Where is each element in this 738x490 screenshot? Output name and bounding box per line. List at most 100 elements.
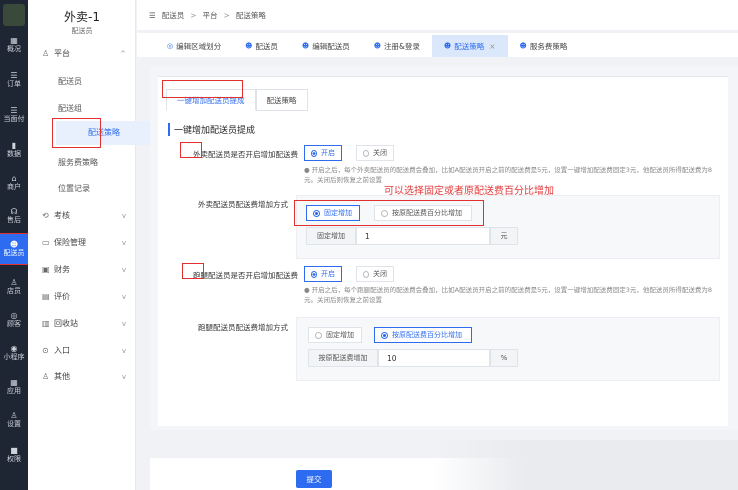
rail-item-apps[interactable]: ▦ 应用: [0, 372, 28, 402]
sidebar-group-entry[interactable]: ⊙ 入口 v: [42, 345, 132, 356]
errand-enable-on-radio[interactable]: 开启: [304, 266, 342, 282]
tab-courier[interactable]: ☻ 配送员: [233, 35, 290, 57]
sidebar-group-recycle-bin[interactable]: ▥ 回收站 v: [42, 318, 132, 329]
tab-edit-courier[interactable]: ☻ 编辑配送员: [290, 35, 362, 57]
insurance-icon: ▭: [42, 238, 50, 247]
chevron-down-icon: v: [121, 319, 126, 328]
rail-item-orders[interactable]: ☰ 订单: [0, 65, 28, 95]
breadcrumb: ☰ 配送员 > 平台 > 配送策略: [137, 0, 738, 30]
rail-item-courier[interactable]: ☻ 配送员: [0, 233, 29, 265]
radio-dot: [311, 149, 317, 157]
sidebar-item-delivery-strategy[interactable]: 配送策略: [56, 121, 164, 145]
strategy-subtabs: 一键增加配送员提成 配送策略: [166, 89, 308, 111]
sidebar-item-courier-group[interactable]: 配送组: [58, 103, 82, 114]
radio-dot: [311, 270, 317, 278]
reviews-icon: ▤: [42, 292, 50, 301]
headset-icon: ☊: [10, 207, 18, 216]
takeaway-mode-label: 外卖配送员配送费增加方式: [198, 200, 288, 209]
face-pay-icon: ☰: [10, 106, 18, 115]
rail-item-merchant[interactable]: ⌂ 商户: [0, 168, 28, 198]
menu-toggle-icon[interactable]: ☰: [149, 11, 156, 20]
chevron-down-icon: v: [121, 238, 126, 247]
overview-icon: ▦: [10, 36, 18, 45]
radio-dot: [363, 149, 369, 157]
lock-icon: ■: [10, 446, 18, 455]
sidebar-group-reviews[interactable]: ▤ 评价 v: [42, 291, 132, 302]
takeaway-enable-on-radio[interactable]: 开启: [304, 145, 342, 161]
takeaway-enable-off-radio[interactable]: 关闭: [356, 145, 394, 161]
rail-item-data[interactable]: ▮ 数据: [0, 135, 28, 165]
rail-item-settings[interactable]: ♙ 设置: [0, 405, 28, 435]
staff-icon: ♙: [10, 278, 18, 287]
takeaway-amount-input[interactable]: 1: [356, 227, 490, 245]
main-card: 一键增加配送员提成 配送策略 一键增加配送员提成 外卖配送员是否开启增加配送费 …: [150, 66, 738, 430]
page-tabs: ◎ 编辑区域划分 ☻ 配送员 ☻ 编辑配送员 ☻ 注册&登录 ☻ 配送策略 × ☻ 服务费策略: [137, 33, 738, 57]
close-icon[interactable]: ×: [489, 42, 495, 51]
sidebar-item-service-fee-strategy[interactable]: 服务费策略: [58, 157, 98, 168]
annotation-note: 可以选择固定或者原配送费百分比增加: [384, 186, 554, 197]
sidebar-item-courier[interactable]: 配送员: [58, 76, 82, 87]
tab-delivery-strategy[interactable]: ☻ 配送策略 ×: [431, 35, 508, 57]
chevron-up-icon: ^: [120, 49, 126, 58]
errand-mode-fixed-radio[interactable]: 固定增加: [308, 327, 362, 343]
errand-amount-unit: %: [490, 349, 518, 367]
sidebar-title: 外卖-1: [64, 10, 100, 24]
rail-item-face-pay[interactable]: ☰ 当面付: [0, 100, 28, 130]
sidebar-group-platform[interactable]: ♙ 平台 ^: [42, 48, 132, 59]
radio-dot: [381, 331, 388, 339]
radio-dot: [313, 209, 320, 217]
recycle-bin-icon: ▥: [42, 319, 50, 328]
takeaway-enable-label: 外卖配送员是否开启增加配送费: [193, 150, 298, 159]
tab-service-fee-strategy[interactable]: ☻ 服务费策略: [508, 35, 580, 57]
rail-item-staff[interactable]: ♙ 店员: [0, 272, 28, 302]
finance-icon: ▣: [42, 265, 50, 274]
errand-mode-label: 跑腿配送员配送费增加方式: [198, 323, 288, 332]
breadcrumb-item[interactable]: 平台: [203, 10, 218, 21]
sidebar-group-assessment[interactable]: ⟲ 考核 v: [42, 210, 132, 221]
user-icon: ♙: [42, 49, 50, 58]
settings-icon: ♙: [10, 411, 18, 420]
area-icon: ◎: [167, 42, 174, 50]
apps-icon: ▦: [10, 378, 18, 387]
errand-enable-label: 跑腿配送员是否开启增加配送费: [193, 271, 298, 280]
subtab-one-click-commission[interactable]: 一键增加配送员提成: [166, 89, 256, 111]
customers-icon: ◎: [10, 311, 18, 320]
takeaway-mode-percent-radio[interactable]: 按原配送费百分比增加: [374, 205, 472, 221]
rail-item-after-sales[interactable]: ☊ 售后: [0, 201, 28, 231]
takeaway-amount-addon: 固定增加: [306, 227, 356, 245]
sidebar-group-other[interactable]: ♙ 其他 v: [42, 371, 132, 382]
takeaway-mode-fixed-radio[interactable]: 固定增加: [306, 205, 360, 221]
section-title: 一键增加配送员提成: [168, 123, 255, 136]
submit-button[interactable]: 提交: [296, 470, 332, 488]
subtab-delivery-strategy[interactable]: 配送策略: [255, 89, 308, 111]
rail-item-permissions[interactable]: ■ 权限: [0, 440, 28, 470]
other-icon: ♙: [42, 372, 50, 381]
courier-icon: ☻: [373, 42, 382, 50]
rail-item-overview[interactable]: ▦ 概况: [0, 30, 28, 60]
breadcrumb-separator: >: [223, 10, 230, 20]
chevron-down-icon: v: [121, 292, 126, 301]
breadcrumb-item[interactable]: 配送员: [162, 10, 185, 21]
secondary-sidebar: 外卖-1 配送员 ♙ 平台 ^ 配送员 配送组 配送策略 服务费策略 位置记录 ⟲ 考…: [28, 0, 164, 490]
errand-mode-percent-radio[interactable]: 按原配送费百分比增加: [374, 327, 472, 343]
rail-item-customers[interactable]: ◎ 顾客: [0, 305, 28, 335]
app-logo: [3, 4, 25, 26]
sidebar-item-location-log[interactable]: 位置记录: [58, 183, 90, 194]
sidebar-group-finance[interactable]: ▣ 财务 v: [42, 264, 132, 275]
radio-dot: [363, 270, 369, 278]
tab-edit-area[interactable]: ◎ 编辑区域划分: [155, 35, 233, 57]
errand-amount-input[interactable]: 10: [378, 349, 490, 367]
data-icon: ▮: [11, 141, 17, 150]
sidebar-subtitle: 配送员: [71, 27, 93, 35]
courier-icon: ☻: [245, 42, 253, 50]
rail-item-miniprogram[interactable]: ◉ 小程序: [0, 338, 28, 368]
errand-enable-off-radio[interactable]: 关闭: [356, 266, 394, 282]
info-icon: ●: [304, 166, 310, 174]
sidebar-group-insurance[interactable]: ▭ 保险管理 v: [42, 237, 132, 248]
orders-icon: ☰: [10, 71, 18, 80]
errand-hint: ● 开启之后，每个跑腿配送员的配送费会叠加，比如A配送员开启之前的配送费是5元，设…: [304, 286, 713, 304]
radio-dot: [315, 331, 322, 339]
form-panel: 一键增加配送员提成 配送策略 一键增加配送员提成 外卖配送员是否开启增加配送费 …: [158, 76, 728, 426]
tab-register-login[interactable]: ☻ 注册&登录: [362, 35, 432, 57]
miniprogram-icon: ◉: [10, 344, 18, 353]
